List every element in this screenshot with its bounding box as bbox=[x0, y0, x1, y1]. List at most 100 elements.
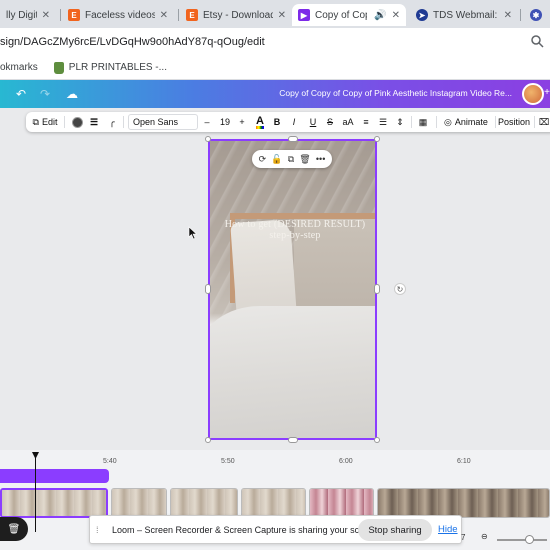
search-icon[interactable] bbox=[530, 34, 544, 48]
redo-icon[interactable]: ↷ bbox=[40, 87, 50, 101]
site-icon: ✱ bbox=[530, 9, 542, 21]
undo-icon[interactable]: ↶ bbox=[16, 87, 26, 101]
close-icon[interactable]: ✕ bbox=[392, 10, 400, 21]
italic-icon: I bbox=[292, 117, 296, 127]
font-size-decrease[interactable]: – bbox=[202, 114, 212, 130]
plus-icon[interactable]: + bbox=[544, 87, 550, 98]
tab-etsy-downloads[interactable]: E Etsy - Downloads ✕ bbox=[180, 4, 292, 26]
text-color-button[interactable]: A bbox=[253, 114, 267, 130]
trash-icon[interactable]: 🗑 bbox=[8, 524, 21, 535]
hide-link[interactable]: Hide bbox=[438, 524, 458, 535]
divider bbox=[534, 116, 535, 128]
tab-digital[interactable]: lly Digital ✕ bbox=[0, 4, 56, 26]
address-bar[interactable]: sign/DAGcZMy6rcE/LvDGqHw9o0hAdY87q-qOug/… bbox=[0, 28, 550, 56]
border-style-button[interactable]: ☰ bbox=[87, 114, 101, 130]
ruler-label: 6:00 bbox=[339, 458, 353, 465]
resize-handle[interactable] bbox=[205, 437, 211, 443]
resize-handle[interactable] bbox=[288, 136, 298, 142]
divider bbox=[411, 116, 412, 128]
duplicate-icon[interactable]: ⧉ bbox=[288, 154, 294, 165]
bookmark-plr-printables[interactable]: PLR PRINTABLES -... bbox=[53, 61, 167, 74]
avatar[interactable] bbox=[522, 83, 544, 105]
close-icon[interactable]: ✕ bbox=[278, 10, 286, 21]
resize-handle[interactable] bbox=[374, 284, 380, 294]
strikethrough-button[interactable]: S bbox=[324, 114, 336, 130]
etsy-icon: E bbox=[186, 9, 198, 21]
color-picker[interactable] bbox=[70, 114, 84, 130]
trash-icon[interactable]: 🗑 bbox=[299, 154, 310, 165]
tab-title: TDS Webmail: Inb bbox=[433, 9, 499, 21]
page-heading-text[interactable]: How to get (DESIRED RESULT) step-by-step bbox=[220, 219, 370, 241]
tab-title: lly Digital bbox=[6, 9, 37, 21]
spacing-button[interactable]: ⇕ bbox=[394, 114, 406, 130]
resize-handle[interactable] bbox=[205, 284, 211, 294]
more-icon[interactable]: ••• bbox=[316, 154, 325, 164]
ruler-label: 5:40 bbox=[103, 458, 117, 465]
bookmarks-bar: okmarks PLR PRINTABLES -... bbox=[0, 56, 550, 80]
document-title[interactable]: Copy of Copy of Copy of Pink Aesthetic I… bbox=[279, 88, 512, 98]
drag-handle-icon[interactable]: ⁞ bbox=[96, 525, 102, 535]
ruler-label: 5:50 bbox=[221, 458, 235, 465]
corner-rounding-button[interactable]: ╭ bbox=[105, 114, 119, 130]
lock-icon[interactable]: 🔓 bbox=[271, 154, 282, 165]
font-size-input[interactable]: 19 bbox=[215, 114, 235, 130]
audio-track[interactable] bbox=[0, 469, 109, 483]
zoom-slider-track[interactable] bbox=[497, 539, 547, 541]
zoom-slider-knob[interactable] bbox=[525, 535, 534, 544]
rotate-icon[interactable]: ↻ bbox=[394, 283, 406, 295]
canva-video-icon: ▶ bbox=[298, 9, 310, 21]
video-clip[interactable] bbox=[111, 488, 167, 518]
design-page[interactable]: How to get (DESIRED RESULT) step-by-step bbox=[208, 139, 377, 440]
spacing-icon: ⇕ bbox=[396, 116, 404, 127]
minus-icon: – bbox=[204, 117, 210, 127]
text-color-icon: A bbox=[256, 114, 264, 129]
bookmark-all-bookmarks[interactable]: okmarks bbox=[0, 62, 38, 73]
tab-webmail[interactable]: ➤ TDS Webmail: Inb ✕ bbox=[410, 4, 518, 26]
edit-button[interactable]: ⧉ Edit bbox=[30, 114, 60, 130]
bold-button[interactable]: B bbox=[271, 114, 283, 130]
paint-roller-icon: ⌧ bbox=[538, 116, 550, 127]
font-size-increase[interactable]: + bbox=[237, 114, 247, 130]
position-button[interactable]: Position bbox=[498, 114, 530, 130]
animate-button[interactable]: ◎ Animate bbox=[442, 114, 490, 130]
italic-button[interactable]: I bbox=[288, 114, 300, 130]
tab-title: Copy of Copy c bbox=[315, 9, 367, 21]
format-painter-button[interactable]: ⌧ bbox=[538, 114, 550, 130]
video-clip[interactable] bbox=[377, 488, 550, 518]
close-icon[interactable]: ✕ bbox=[504, 10, 512, 21]
url-text[interactable]: sign/DAGcZMy6rcE/LvDGqHw9o0hAdY87q-qOug/… bbox=[0, 36, 265, 48]
tab-faceless-videos[interactable]: E Faceless videos ca ✕ bbox=[62, 4, 174, 26]
tab-li[interactable]: ✱ Li bbox=[524, 4, 550, 26]
bed-sheet bbox=[210, 306, 375, 438]
letter-case-icon: aA bbox=[342, 117, 354, 127]
video-clip[interactable] bbox=[170, 488, 238, 518]
underline-button[interactable]: U bbox=[307, 114, 319, 130]
list-button[interactable]: ☰ bbox=[377, 114, 389, 130]
align-button[interactable]: ≡ bbox=[360, 114, 372, 130]
close-icon[interactable]: ✕ bbox=[160, 10, 168, 21]
element-quick-menu: ⟳ 🔓 ⧉ 🗑 ••• bbox=[252, 150, 332, 168]
font-family-select[interactable]: Open Sans bbox=[128, 114, 198, 130]
edit-icon: ⧉ bbox=[32, 116, 39, 127]
tab-canva-active[interactable]: ▶ Copy of Copy c 🔊 ✕ bbox=[292, 4, 406, 26]
resize-handle[interactable] bbox=[374, 136, 380, 142]
bookmark-label: okmarks bbox=[0, 62, 38, 73]
video-clip[interactable] bbox=[0, 488, 108, 518]
close-icon[interactable]: ✕ bbox=[42, 10, 50, 21]
resize-handle[interactable] bbox=[374, 437, 380, 443]
letter-case-button[interactable]: aA bbox=[341, 114, 355, 130]
cloud-sync-icon: ☁ bbox=[66, 87, 78, 101]
zoom-value-fragment: 7 bbox=[461, 533, 466, 542]
resize-handle[interactable] bbox=[205, 136, 211, 142]
font-size-value: 19 bbox=[219, 117, 230, 127]
resize-handle[interactable] bbox=[288, 437, 298, 443]
stop-sharing-button[interactable]: Stop sharing bbox=[358, 519, 432, 541]
strikethrough-icon: S bbox=[326, 117, 333, 127]
minus-icon[interactable]: ⊖ bbox=[481, 532, 488, 541]
rotate-icon[interactable]: ⟳ bbox=[259, 154, 267, 165]
playhead[interactable] bbox=[35, 452, 36, 532]
transparency-button[interactable]: ▦ bbox=[417, 114, 429, 130]
align-center-icon: ≡ bbox=[363, 117, 369, 127]
video-clip[interactable] bbox=[241, 488, 306, 518]
video-clip[interactable] bbox=[309, 488, 374, 518]
